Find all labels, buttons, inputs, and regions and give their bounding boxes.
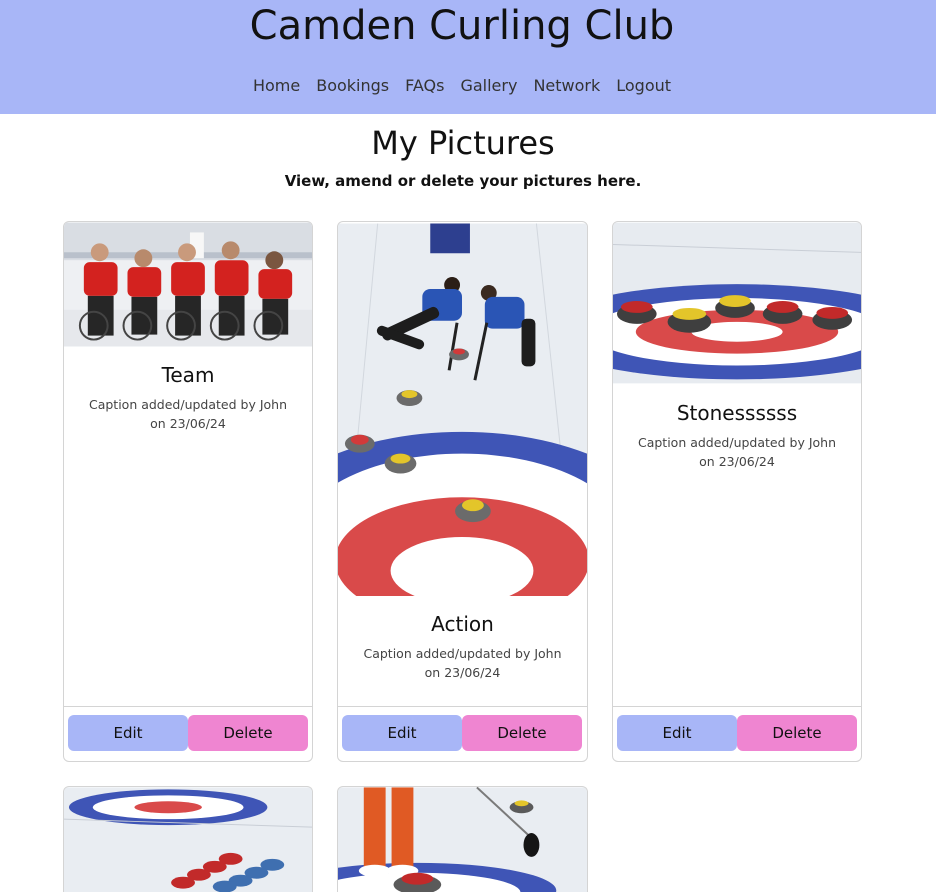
main-nav: Home Bookings FAQs Gallery Network Logou… (0, 76, 924, 96)
delete-button[interactable]: Delete (737, 715, 857, 751)
nav-home[interactable]: Home (253, 76, 300, 96)
card-footer: Edit Delete (64, 706, 312, 761)
picture-card-action: Action Caption added/updated by John on … (337, 221, 588, 762)
card-caption: Caption added/updated by John on 23/06/2… (76, 395, 300, 433)
house-stones-photo (64, 787, 312, 892)
picture-card-delivery (337, 786, 588, 892)
caption-line: Caption added/updated by John (363, 646, 562, 661)
picture-card-house (63, 786, 313, 892)
caption-line: Caption added/updated by John (88, 397, 288, 412)
nav-gallery[interactable]: Gallery (460, 76, 517, 96)
edit-button[interactable]: Edit (342, 715, 462, 751)
page-subtitle: View, amend or delete your pictures here… (284, 172, 642, 190)
nav-bookings[interactable]: Bookings (316, 76, 389, 96)
card-title: Stonessssss (676, 401, 798, 425)
nav-network[interactable]: Network (533, 76, 600, 96)
team-photo (64, 222, 312, 347)
edit-button[interactable]: Edit (68, 715, 188, 751)
caption-date: on 23/06/24 (424, 665, 501, 680)
stones-photo (613, 222, 861, 384)
card-footer: Edit Delete (338, 706, 587, 761)
action-photo (338, 223, 587, 596)
card-footer: Edit Delete (613, 706, 861, 761)
site-header: Camden Curling Club Home Bookings FAQs G… (0, 0, 936, 114)
delete-button[interactable]: Delete (462, 715, 582, 751)
delivery-photo (338, 787, 587, 892)
card-title: Team (161, 363, 215, 387)
caption-line: Caption added/updated by John (637, 435, 837, 450)
card-caption: Caption added/updated by John on 23/06/2… (350, 644, 575, 682)
edit-button[interactable]: Edit (617, 715, 737, 751)
card-caption: Caption added/updated by John on 23/06/2… (625, 433, 849, 471)
site-title: Camden Curling Club (249, 3, 675, 49)
page-title: My Pictures (371, 124, 555, 162)
caption-date: on 23/06/24 (150, 416, 226, 431)
nav-logout[interactable]: Logout (616, 76, 671, 96)
delete-button[interactable]: Delete (188, 715, 308, 751)
nav-faqs[interactable]: FAQs (405, 76, 444, 96)
picture-card-stones: Stonessssss Caption added/updated by Joh… (612, 221, 862, 762)
caption-date: on 23/06/24 (699, 454, 775, 469)
picture-card-team: Team Caption added/updated by John on 23… (63, 221, 313, 762)
card-title: Action (431, 612, 494, 636)
